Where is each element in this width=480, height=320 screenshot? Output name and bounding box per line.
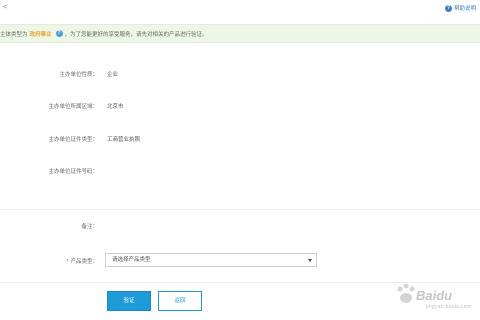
- select-value: 请选择产品类型: [112, 257, 151, 263]
- info-icon[interactable]: ?: [55, 30, 63, 37]
- field-value: 企业: [107, 72, 119, 78]
- watermark: Baidu jingyan.baidu.com: [390, 278, 476, 314]
- chevron-down-icon: [308, 259, 312, 262]
- help-link-label: 帮助说明: [453, 6, 476, 12]
- watermark-text: Baidu: [416, 288, 453, 303]
- back-chevron-icon[interactable]: <: [3, 4, 7, 11]
- notice-banner: 主体类型为 政府事业 ? ，为了您能更好的享受服务，请先对相关的产品进行验证。: [0, 24, 480, 43]
- top-bar: < ? 帮助说明: [0, 0, 480, 18]
- field-label: 主办单位证件类型：: [48, 137, 98, 143]
- product-type-select[interactable]: 请选择产品类型: [105, 253, 317, 267]
- field-value: 北京市: [107, 104, 124, 110]
- back-button[interactable]: 返回: [158, 291, 202, 311]
- notice-highlight: 政府事业: [29, 31, 52, 38]
- field-label: 主办单位证件号码：: [48, 169, 98, 175]
- field-label: 主办单位所属区域：: [48, 104, 98, 110]
- field-label: 主办单位性质：: [59, 72, 98, 78]
- field-value: 工商营业执照: [107, 137, 141, 143]
- notice-suffix: ，为了您能更好的享受服务，请先对相关的产品进行验证。: [64, 31, 208, 38]
- watermark-url: jingyan.baidu.com: [426, 304, 472, 310]
- help-icon: ?: [444, 4, 452, 12]
- section-divider: [0, 209, 480, 210]
- notice-prefix: 主体类型为: [0, 31, 28, 38]
- product-type-label: * 产品类型：: [66, 259, 98, 265]
- required-marker: *: [66, 259, 69, 265]
- confirm-button[interactable]: 验证: [107, 291, 151, 311]
- remark-label: 备注：: [81, 224, 98, 230]
- help-link[interactable]: ? 帮助说明: [444, 4, 476, 12]
